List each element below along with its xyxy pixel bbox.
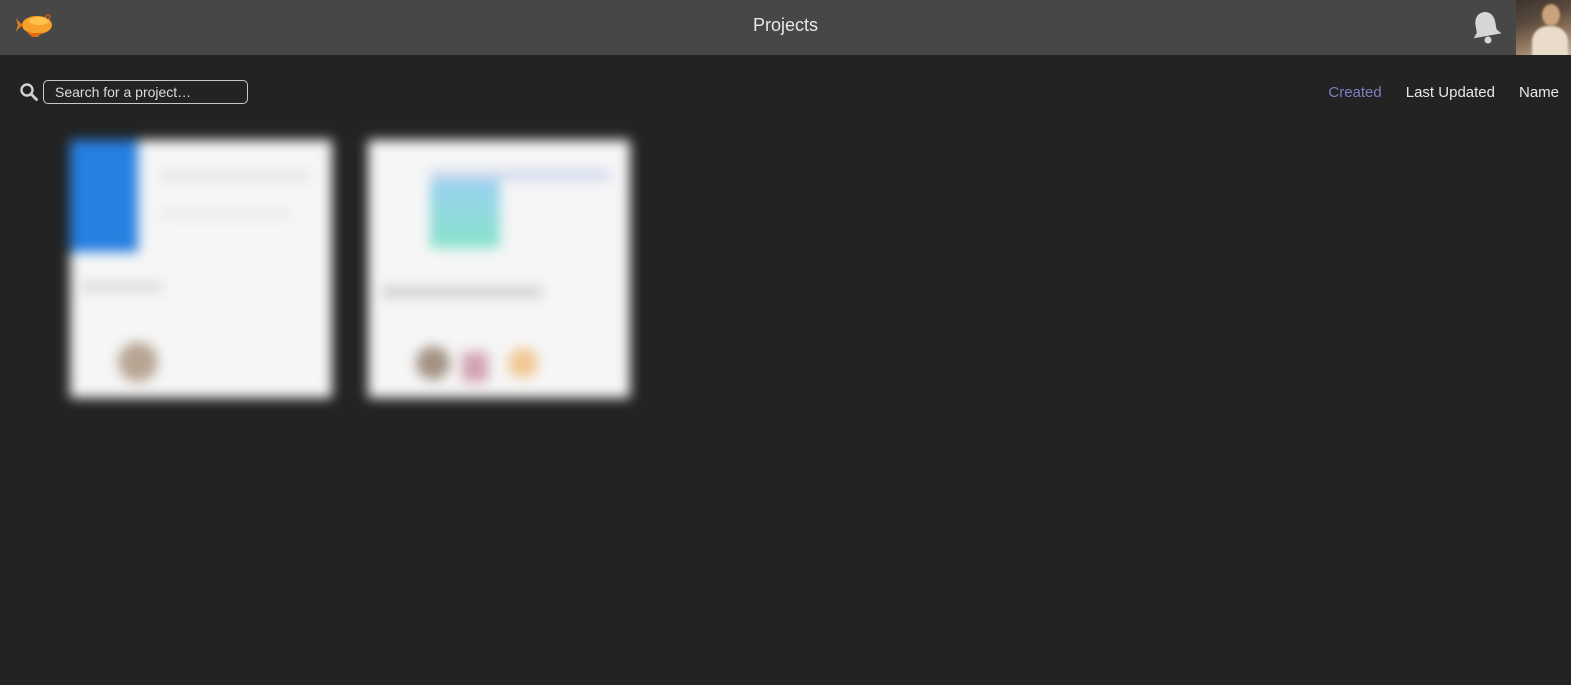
avatar-head-shape bbox=[1542, 4, 1560, 26]
thumbnail-avatar bbox=[416, 346, 450, 380]
bell-icon[interactable] bbox=[1469, 9, 1503, 45]
sort-created[interactable]: Created bbox=[1328, 84, 1381, 101]
search-input[interactable] bbox=[43, 80, 248, 104]
sort-options: Created Last Updated Name bbox=[1328, 82, 1559, 102]
thumbnail-accent-block bbox=[70, 140, 138, 252]
thumbnail-avatar bbox=[462, 352, 488, 382]
search-icon bbox=[20, 83, 38, 101]
top-bar: Projects bbox=[0, 0, 1571, 55]
project-card[interactable] bbox=[368, 140, 630, 398]
thumbnail-line bbox=[160, 172, 310, 180]
project-card[interactable] bbox=[70, 140, 332, 398]
thumbnail-line bbox=[382, 286, 542, 298]
page-title: Projects bbox=[752, 15, 819, 35]
thumbnail-line bbox=[82, 282, 162, 292]
app-window: Projects Created Last Updated Name bbox=[0, 0, 1571, 685]
zeppelin-logo-icon[interactable] bbox=[14, 8, 58, 44]
user-avatar[interactable] bbox=[1516, 0, 1571, 55]
avatar-body-shape bbox=[1532, 26, 1568, 55]
sort-name[interactable]: Name bbox=[1519, 84, 1559, 101]
thumbnail-accent-block bbox=[430, 174, 500, 248]
thumbnail-avatar bbox=[508, 348, 538, 378]
sort-last-updated[interactable]: Last Updated bbox=[1406, 84, 1495, 101]
thumbnail-line bbox=[160, 210, 290, 218]
thumbnail-avatar bbox=[118, 342, 158, 382]
thumbnail-line bbox=[430, 170, 610, 180]
